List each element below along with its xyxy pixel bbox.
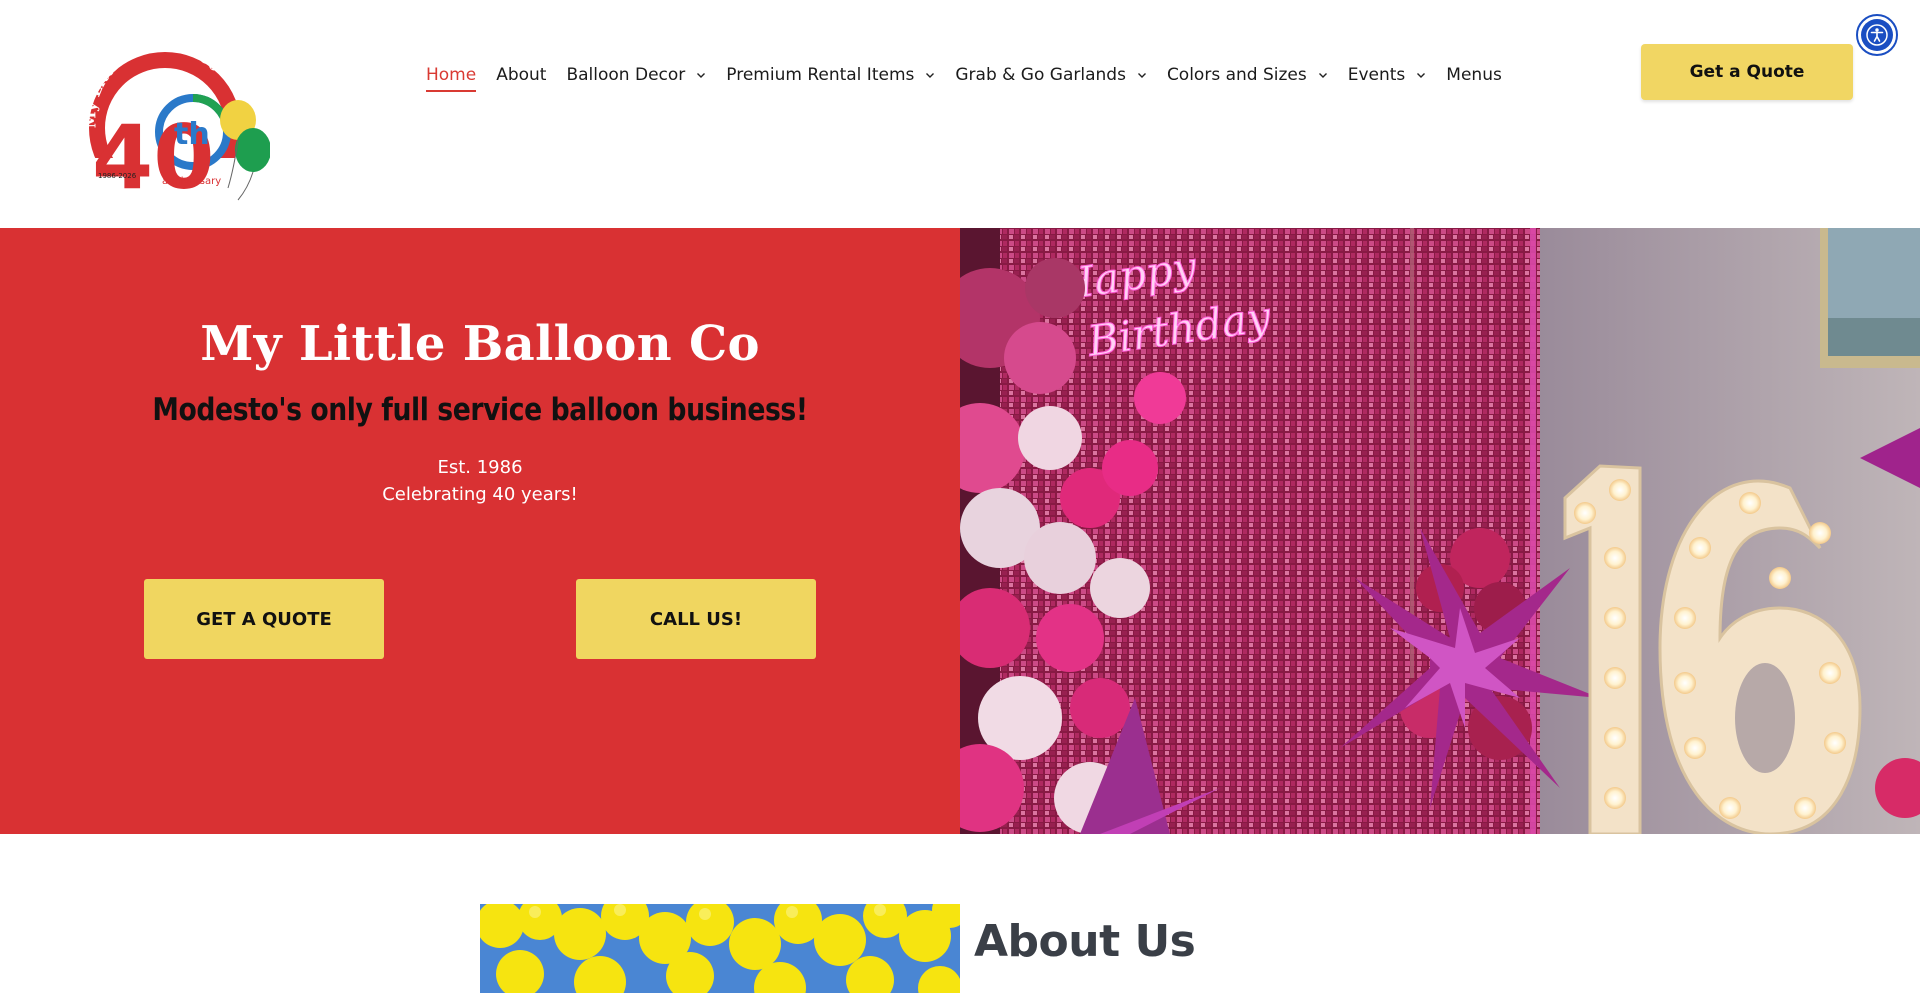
nav-item-label: Events bbox=[1347, 65, 1406, 85]
about-title: About Us bbox=[974, 916, 1196, 967]
header-quote-button[interactable]: Get a Quote bbox=[1641, 44, 1853, 100]
about-image bbox=[480, 904, 960, 993]
nav-item-label: Balloon Decor bbox=[566, 65, 686, 85]
accessibility-icon bbox=[1861, 19, 1893, 51]
main-nav: Home About Balloon Decor Premium Rental … bbox=[426, 60, 1522, 92]
nav-item-label: Menus bbox=[1446, 65, 1502, 85]
celebrating-text: Celebrating 40 years! bbox=[382, 484, 578, 505]
nav-item-events[interactable]: Events bbox=[1348, 60, 1427, 90]
nav-item-grab-go-garlands[interactable]: Grab & Go Garlands bbox=[955, 60, 1147, 90]
nav-item-home[interactable]: Home bbox=[426, 60, 477, 92]
chevron-down-icon bbox=[1137, 70, 1147, 80]
nav-item-label: About bbox=[496, 65, 547, 85]
chevron-down-icon bbox=[1416, 70, 1426, 80]
call-us-button[interactable]: CALL US! bbox=[576, 579, 816, 659]
chevron-down-icon bbox=[925, 70, 935, 80]
hero-title: My Little Balloon Co bbox=[200, 316, 760, 372]
nav-item-about[interactable]: About bbox=[496, 60, 546, 90]
get-quote-button[interactable]: GET A QUOTE bbox=[144, 579, 384, 659]
nav-item-label: Home bbox=[426, 65, 477, 85]
nav-item-label: Grab & Go Garlands bbox=[955, 65, 1126, 85]
hero-panel: My Little Balloon Co Modesto's only full… bbox=[0, 228, 960, 834]
chevron-down-icon bbox=[1318, 70, 1328, 80]
nav-item-balloon-decor[interactable]: Balloon Decor bbox=[566, 60, 706, 90]
nav-item-label: Premium Rental Items bbox=[726, 65, 915, 85]
nav-item-premium-rental-items[interactable]: Premium Rental Items bbox=[726, 60, 935, 90]
established-text: Est. 1986 bbox=[437, 457, 523, 478]
site-header: My Little Balloon Co 40 th 1986-2026 ann… bbox=[0, 0, 1920, 228]
nav-item-menus[interactable]: Menus bbox=[1446, 60, 1502, 90]
logo-suffix: th bbox=[174, 117, 210, 152]
hero-established: Est. 1986 Celebrating 40 years! bbox=[0, 454, 960, 508]
logo[interactable]: My Little Balloon Co 40 th 1986-2026 ann… bbox=[70, 28, 271, 209]
hero-subtitle: Modesto's only full service balloon busi… bbox=[152, 392, 808, 428]
nav-item-label: Colors and Sizes bbox=[1166, 65, 1307, 85]
hero-photo: Happy Birthday bbox=[960, 228, 1920, 834]
nav-item-colors-and-sizes[interactable]: Colors and Sizes bbox=[1167, 60, 1328, 90]
logo-years: 1986-2026 bbox=[98, 172, 137, 180]
accessibility-button[interactable] bbox=[1856, 14, 1898, 56]
chevron-down-icon bbox=[696, 70, 706, 80]
logo-tagline: anniversary bbox=[162, 176, 221, 187]
